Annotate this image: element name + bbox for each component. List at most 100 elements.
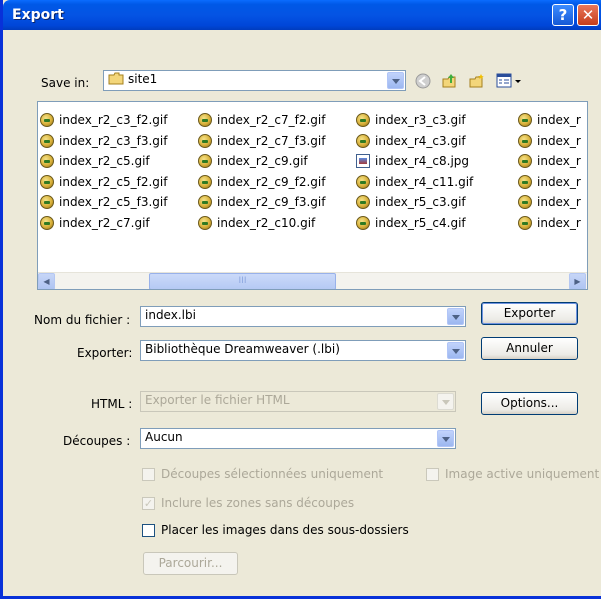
gif-file-icon	[198, 174, 212, 189]
subfolders-checkbox[interactable]: Placer les images dans des sous-dossiers	[142, 523, 409, 537]
gif-file-icon	[40, 113, 54, 128]
gif-file-icon	[40, 133, 54, 148]
file-name: index_r2_c9_f3.gif	[217, 195, 326, 210]
file-name: index_r4_c11.gif	[375, 174, 474, 189]
checkmark-icon: ✓	[142, 496, 155, 510]
grip-icon: III	[238, 276, 247, 286]
chevron-down-icon[interactable]	[447, 342, 464, 359]
slices-select[interactable]: Aucun	[140, 428, 456, 449]
file-list[interactable]: index_r2_c3_f2.gif index_r2_c3_f3.gif inde…	[37, 101, 588, 290]
list-item[interactable]: index_r4_c11.gif	[356, 172, 473, 193]
scroll-thumb[interactable]: III	[149, 273, 336, 289]
list-item[interactable]: index_r3_c3.gif	[356, 110, 473, 131]
up-folder-icon[interactable]	[440, 71, 460, 91]
horizontal-scrollbar[interactable]: ◀ III ▶	[38, 272, 587, 289]
save-in-select[interactable]: site1	[103, 70, 406, 91]
file-name: index_r4_c8.jpg	[375, 154, 470, 169]
folder-icon	[108, 72, 124, 88]
cancel-button[interactable]: Annuler	[481, 337, 578, 360]
file-name: index_r5_c3.gif	[375, 195, 466, 210]
file-column-1: index_r2_c3_f2.gif index_r2_c3_f3.gif inde…	[40, 110, 167, 233]
list-item[interactable]: index_r2_c5_f3.gif	[40, 192, 167, 213]
gif-file-icon	[518, 154, 532, 169]
file-column-4: index_r index_r index_r index_r index_r index…	[518, 110, 581, 233]
gif-file-icon	[518, 215, 532, 230]
browse-button[interactable]: Parcourir...	[143, 552, 238, 575]
slices-value: Aucun	[145, 430, 183, 444]
list-item[interactable]: index_r2_c7_f2.gif	[198, 110, 325, 131]
filename-input[interactable]: index.lbi	[140, 306, 466, 327]
chevron-down-icon[interactable]	[447, 308, 464, 325]
list-item[interactable]: index_r2_c3_f3.gif	[40, 131, 167, 152]
list-item[interactable]: index_r4_c3.gif	[356, 131, 473, 152]
list-item[interactable]: index_r2_c3_f2.gif	[40, 110, 167, 131]
gif-file-icon	[518, 174, 532, 189]
file-name: index_r	[537, 215, 581, 230]
gif-file-icon	[356, 113, 370, 128]
file-name: index_r2_c9.gif	[217, 154, 308, 169]
file-name: index_r4_c3.gif	[375, 133, 466, 148]
active-image-checkbox[interactable]: Image active uniquement	[426, 467, 599, 481]
list-item[interactable]: index_r2_c5_f2.gif	[40, 172, 167, 193]
export-button[interactable]: Exporter	[481, 302, 578, 325]
list-item[interactable]: index_r	[518, 172, 581, 193]
file-name: index_r	[537, 113, 581, 128]
new-folder-icon[interactable]	[467, 71, 487, 91]
title-bar[interactable]: Export ? ✕	[3, 0, 601, 30]
list-item[interactable]: index_r2_c9_f3.gif	[198, 192, 325, 213]
file-name: index_r2_c7_f2.gif	[217, 113, 326, 128]
html-value: Exporter le fichier HTML	[145, 393, 290, 407]
save-in-value: site1	[128, 72, 158, 86]
filename-value: index.lbi	[145, 308, 196, 322]
gif-file-icon	[198, 215, 212, 230]
gif-file-icon	[198, 154, 212, 169]
file-name: index_r	[537, 195, 581, 210]
gif-file-icon	[40, 195, 54, 210]
gif-file-icon	[40, 154, 54, 169]
close-button[interactable]: ✕	[577, 4, 599, 26]
save-in-label: Save in:	[41, 76, 90, 90]
file-name: index_r	[537, 154, 581, 169]
list-item[interactable]: index_r5_c4.gif	[356, 213, 473, 234]
chevron-down-icon[interactable]	[387, 72, 404, 89]
scroll-right-button[interactable]: ▶	[569, 273, 586, 289]
gif-file-icon	[198, 113, 212, 128]
file-name: index_r3_c3.gif	[375, 113, 466, 128]
list-item[interactable]: index_r4_c8.jpg	[356, 151, 473, 172]
list-item[interactable]: index_r5_c3.gif	[356, 192, 473, 213]
options-button[interactable]: Options...	[481, 392, 578, 415]
view-menu-icon[interactable]	[495, 71, 523, 91]
list-item[interactable]: index_r	[518, 213, 581, 234]
list-item[interactable]: index_r2_c10.gif	[198, 213, 325, 234]
list-item[interactable]: index_r2_c7_f3.gif	[198, 131, 325, 152]
html-select[interactable]: Exporter le fichier HTML	[140, 391, 456, 412]
file-name: index_r	[537, 174, 581, 189]
scroll-left-button[interactable]: ◀	[38, 273, 55, 289]
list-item[interactable]: index_r	[518, 110, 581, 131]
list-item[interactable]: index_r2_c9_f2.gif	[198, 172, 325, 193]
file-name: index_r2_c3_f2.gif	[59, 113, 168, 128]
gif-file-icon	[40, 174, 54, 189]
list-item[interactable]: index_r	[518, 192, 581, 213]
help-button[interactable]: ?	[552, 4, 574, 26]
file-name: index_r2_c7.gif	[59, 215, 150, 230]
selected-slices-label: Découpes sélectionnées uniquement	[161, 467, 384, 481]
list-item[interactable]: index_r2_c7.gif	[40, 213, 167, 234]
file-column-2: index_r2_c7_f2.gif index_r2_c7_f3.gifinde…	[198, 110, 325, 233]
include-areas-checkbox[interactable]: ✓ Inclure les zones sans découpes	[142, 496, 354, 510]
list-item[interactable]: index_r	[518, 151, 581, 172]
list-item[interactable]: index_r	[518, 131, 581, 152]
list-item[interactable]: index_r2_c5.gif	[40, 151, 167, 172]
arrow-left-icon: ◀	[43, 277, 50, 286]
gif-file-icon	[356, 174, 370, 189]
list-item[interactable]: index_r2_c9.gif	[198, 151, 325, 172]
chevron-down-icon[interactable]	[437, 430, 454, 447]
export-dialog: Export ? ✕ Save in: site1 index_r2_c3_f2…	[0, 0, 601, 599]
checkbox-box	[142, 467, 155, 481]
checkbox-box	[426, 467, 439, 481]
back-icon[interactable]	[413, 71, 433, 91]
slices-label: Découpes :	[63, 434, 131, 448]
export-type-select[interactable]: Bibliothèque Dreamweaver (.lbi)	[140, 340, 466, 361]
gif-file-icon	[356, 195, 370, 210]
selected-slices-checkbox[interactable]: Découpes sélectionnées uniquement	[142, 467, 383, 481]
